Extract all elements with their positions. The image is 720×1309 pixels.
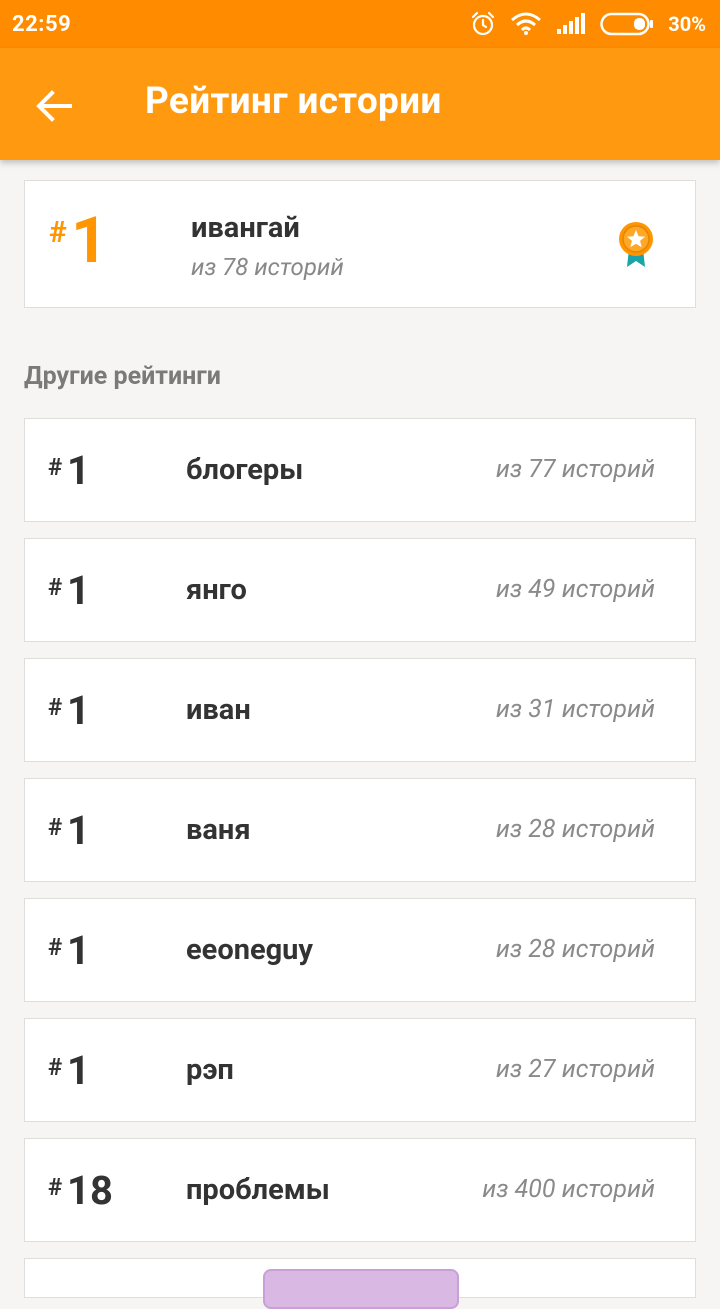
page-title: Рейтинг истории — [145, 80, 442, 123]
rating-count: из 28 историй — [495, 935, 655, 964]
status-bar: 22:59 30% — [0, 0, 720, 48]
rating-row[interactable]: # 18 проблемы из 400 историй — [24, 1138, 696, 1242]
rank-number: 1 — [67, 927, 90, 974]
ratings-list: # 1 блогеры из 77 историй # 1 янго из 49… — [24, 418, 696, 1258]
partial-card — [24, 1258, 696, 1309]
rank-hash: # — [48, 1053, 63, 1081]
status-time: 22:59 — [12, 11, 72, 37]
rank-hash: # — [48, 573, 63, 601]
rank-number: 18 — [67, 1167, 113, 1214]
app-bar: Рейтинг истории — [0, 48, 720, 160]
main-rating-subtitle: из 78 историй — [191, 253, 344, 281]
rank-hash: # — [48, 1173, 63, 1201]
rating-count: из 77 историй — [495, 455, 655, 484]
battery-percent: 30% — [668, 12, 706, 36]
main-rating-name: ивангай — [191, 211, 300, 245]
rating-name: иван — [186, 693, 251, 727]
rating-name: рэп — [186, 1053, 234, 1087]
arrow-left-icon — [36, 90, 72, 122]
main-rank-number: 1 — [71, 203, 108, 278]
partial-button[interactable] — [263, 1269, 459, 1309]
rank-hash: # — [48, 453, 63, 481]
main-rating-card[interactable]: # 1 ивангай из 78 историй — [24, 180, 696, 308]
rank-number: 1 — [67, 687, 90, 734]
main-rank-hash: # — [49, 215, 67, 250]
rating-count: из 400 историй — [482, 1175, 655, 1204]
rank-number: 1 — [67, 1047, 90, 1094]
rating-count: из 28 историй — [495, 815, 655, 844]
signal-icon — [557, 13, 586, 34]
rating-name: блогеры — [186, 453, 304, 487]
rank-number: 1 — [67, 567, 90, 614]
rating-row[interactable]: # 1 рэп из 27 историй — [24, 1018, 696, 1122]
wifi-icon — [511, 12, 542, 35]
rating-row[interactable]: # 1 eeoneguy из 28 историй — [24, 898, 696, 1002]
battery-icon — [600, 12, 654, 36]
rank-hash: # — [48, 693, 63, 721]
rank-number: 1 — [67, 807, 90, 854]
rating-row[interactable]: # 1 янго из 49 историй — [24, 538, 696, 642]
rating-row[interactable]: # 1 блогеры из 77 историй — [24, 418, 696, 522]
rank-hash: # — [48, 933, 63, 961]
rating-count: из 31 историй — [495, 695, 655, 724]
rating-count: из 27 историй — [495, 1055, 655, 1084]
rating-count: из 49 историй — [495, 575, 655, 604]
status-icons: 30% — [470, 11, 706, 37]
rating-name: ваня — [186, 813, 251, 847]
rating-name: янго — [186, 573, 247, 607]
rating-row[interactable]: # 1 иван из 31 историй — [24, 658, 696, 762]
back-button[interactable] — [30, 82, 78, 130]
section-header: Другие рейтинги — [24, 362, 221, 391]
rating-name: проблемы — [186, 1173, 330, 1207]
award-badge-icon — [619, 222, 653, 267]
rating-row[interactable]: # 1 ваня из 28 историй — [24, 778, 696, 882]
rank-number: 1 — [67, 447, 90, 494]
rank-hash: # — [48, 813, 63, 841]
rating-name: eeoneguy — [186, 933, 314, 967]
alarm-icon — [472, 11, 495, 36]
